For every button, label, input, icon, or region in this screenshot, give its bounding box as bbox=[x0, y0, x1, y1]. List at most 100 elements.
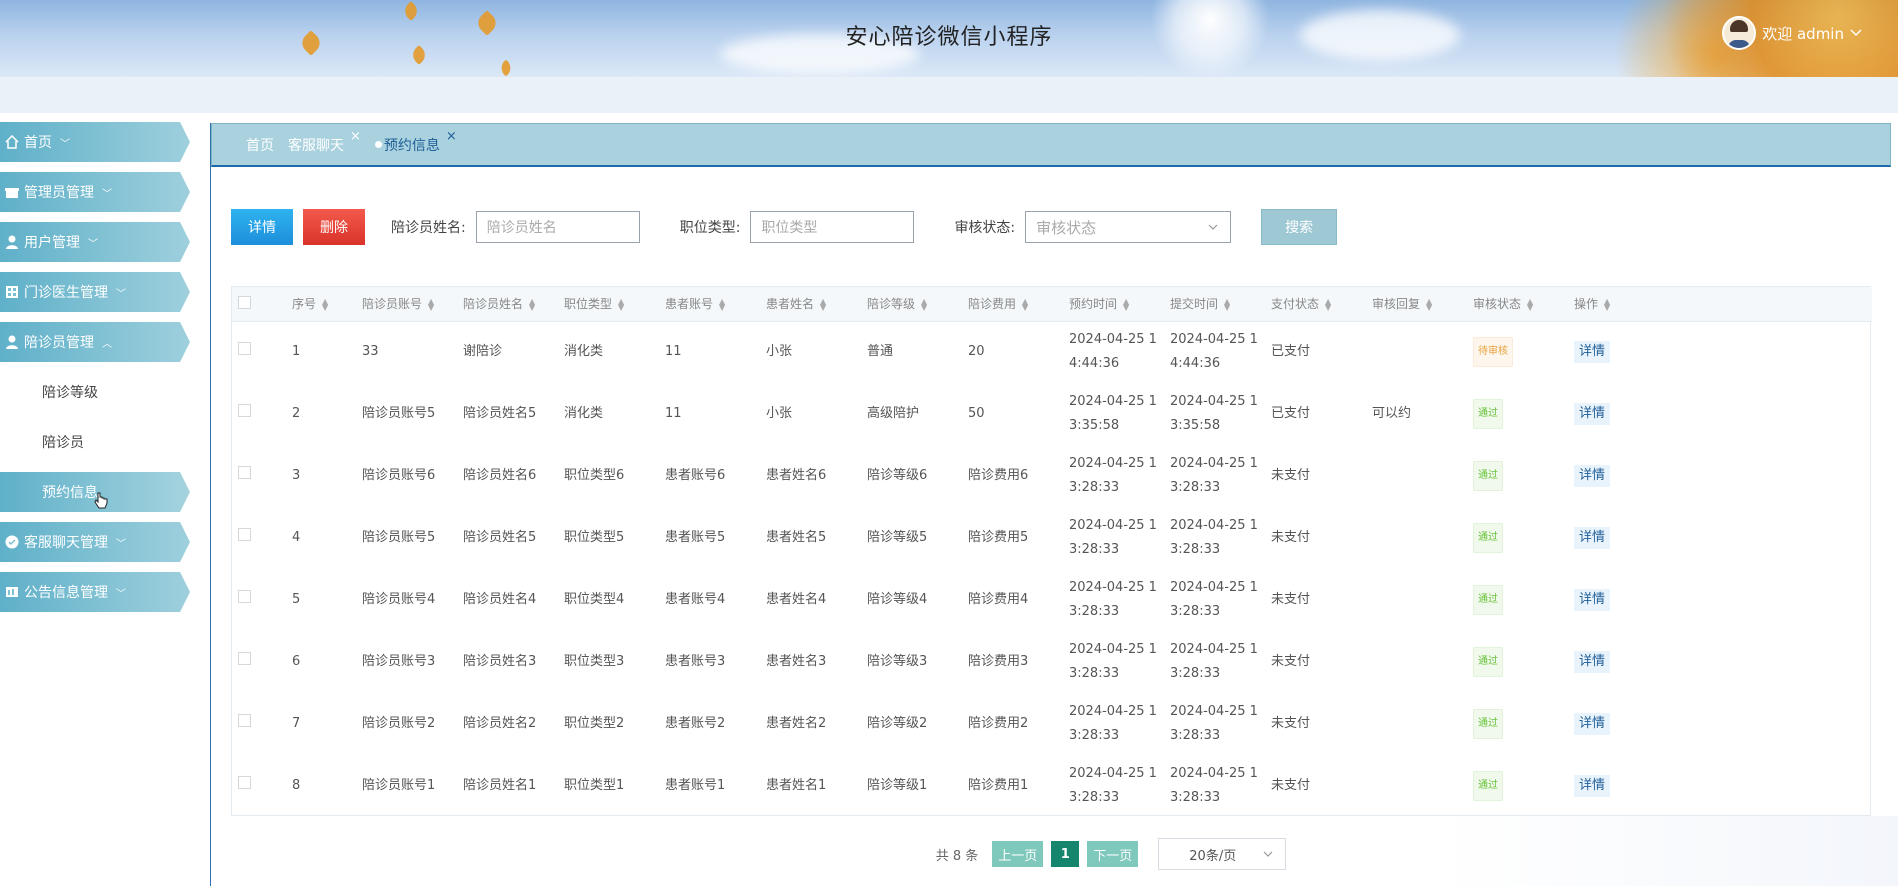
chevron-down-icon: ﹀ bbox=[102, 188, 112, 200]
tab-chat[interactable]: 客服聊天 × bbox=[288, 129, 361, 155]
status-filter-select[interactable]: 审核状态 bbox=[1025, 211, 1232, 243]
sidebar-item-chat[interactable]: 客服聊天管理 ﹀ bbox=[0, 522, 190, 562]
table-row[interactable]: 2 陪诊员账号5 陪诊员姓名5 消化类 11 小张 高级陪护 50 2024-04-25 1 3:… bbox=[232, 383, 1872, 445]
row-checkbox[interactable] bbox=[238, 342, 251, 356]
column-header[interactable]: 提交时间 ▲ ▼ bbox=[1170, 287, 1271, 321]
column-header[interactable]: 审核状态 ▲ ▼ bbox=[1473, 287, 1574, 321]
row-detail-button[interactable]: 详情 bbox=[1574, 403, 1611, 425]
type-filter-label: 职位类型: bbox=[679, 220, 741, 236]
search-button[interactable]: 搜索 bbox=[1261, 209, 1338, 245]
cell-patient_account: 患者账号5 bbox=[665, 530, 726, 545]
column-header[interactable]: 陪诊费用 ▲ ▼ bbox=[968, 287, 1069, 321]
select-all-checkbox[interactable] bbox=[238, 295, 251, 309]
tab-home[interactable]: 首页 bbox=[246, 135, 274, 155]
status-badge: 待审核 bbox=[1473, 337, 1513, 368]
cell-op: 详情 bbox=[1574, 507, 1872, 569]
main-panel: 首页 客服聊天 × 预约信息 × 详情 删除 陪诊员姓名: 陪诊员姓名 职位类型: … bbox=[210, 123, 1891, 886]
row-checkbox[interactable] bbox=[238, 652, 251, 665]
table-row[interactable]: 6 陪诊员账号3 陪诊员姓名3 职位类型3 患者账号3 患者姓名3 陪诊等级3 陪诊费用3 20… bbox=[232, 631, 1872, 693]
cell-account: 陪诊员账号5 bbox=[362, 406, 436, 421]
row-detail-button[interactable]: 详情 bbox=[1574, 341, 1611, 364]
sidebar-item-doctors[interactable]: 门诊医生管理 ﹀ bbox=[0, 272, 190, 312]
column-header[interactable]: 职位类型 ▲ ▼ bbox=[564, 287, 665, 321]
sidebar-subitem-levels[interactable]: 陪诊等级 bbox=[0, 372, 192, 412]
sidebar-item-notices[interactable]: 公告信息管理 ﹀ bbox=[0, 572, 190, 612]
table-row[interactable]: 4 陪诊员账号5 陪诊员姓名5 职位类型5 患者账号5 患者姓名5 陪诊等级5 陪诊费用5 20… bbox=[232, 507, 1872, 569]
row-checkbox[interactable] bbox=[238, 528, 251, 541]
row-detail-button[interactable]: 详情 bbox=[1574, 775, 1611, 797]
cell-pay: 未支付 bbox=[1271, 530, 1311, 545]
user-menu[interactable]: 欢迎 admin bbox=[1722, 16, 1862, 50]
prev-page-button[interactable]: 上一页 bbox=[992, 841, 1044, 867]
close-icon[interactable]: × bbox=[446, 129, 457, 144]
page-size-select[interactable]: 20条/页 bbox=[1158, 838, 1287, 870]
cell-name: 陪诊员姓名5 bbox=[463, 406, 537, 421]
active-dot bbox=[374, 140, 382, 148]
table-row[interactable]: 7 陪诊员账号2 陪诊员姓名2 职位类型2 患者账号2 患者姓名2 陪诊等级2 陪诊费用2 20… bbox=[232, 693, 1872, 755]
sidebar-item-admin[interactable]: 管理员管理 ﹀ bbox=[0, 172, 190, 212]
row-checkbox[interactable] bbox=[238, 404, 251, 417]
row-detail-button[interactable]: 详情 bbox=[1574, 465, 1611, 487]
cell-level: 普通 bbox=[867, 344, 894, 360]
cell-book-time: 2024-04-25 1 3:28:33 bbox=[1069, 766, 1157, 805]
check-circle-icon bbox=[4, 534, 20, 550]
row-checkbox-cell bbox=[232, 693, 292, 755]
cell-patient_name: 患者姓名6 bbox=[766, 468, 827, 483]
column-header[interactable]: 患者姓名 ▲ ▼ bbox=[766, 287, 867, 321]
column-header[interactable]: 患者账号 ▲ ▼ bbox=[665, 287, 766, 321]
next-page-button[interactable]: 下一页 bbox=[1087, 841, 1139, 867]
cell-type: 职位类型1 bbox=[564, 778, 625, 793]
cell-level: 高级陪护 bbox=[867, 406, 920, 421]
cell-name: 陪诊员姓名3 bbox=[463, 654, 537, 669]
welcome-text: 欢迎 admin bbox=[1762, 24, 1844, 43]
type-filter-input[interactable]: 职位类型 bbox=[750, 211, 915, 243]
column-header[interactable]: 操作 ▲ ▼ bbox=[1574, 287, 1872, 321]
column-header[interactable]: 陪诊等级 ▲ ▼ bbox=[867, 287, 968, 321]
cell-submit-time: 2024-04-25 1 3:28:33 bbox=[1170, 766, 1258, 805]
column-header[interactable]: 支付状态 ▲ ▼ bbox=[1271, 287, 1372, 321]
cell-no: 5 bbox=[292, 592, 301, 607]
close-icon[interactable]: × bbox=[350, 129, 361, 144]
column-header[interactable]: 预约时间 ▲ ▼ bbox=[1069, 287, 1170, 321]
table-row[interactable]: 3 陪诊员账号6 陪诊员姓名6 职位类型6 患者账号6 患者姓名6 陪诊等级6 陪诊费用6 20… bbox=[232, 445, 1872, 507]
table-row[interactable]: 5 陪诊员账号4 陪诊员姓名4 职位类型4 患者账号4 患者姓名4 陪诊等级4 陪诊费用4 20… bbox=[232, 569, 1872, 631]
name-filter-input[interactable]: 陪诊员姓名 bbox=[475, 211, 640, 243]
toolbar: 详情 删除 陪诊员姓名: 陪诊员姓名 职位类型: 职位类型 审核状态: 审核状态… bbox=[231, 209, 1338, 245]
tab-appointments[interactable]: 预约信息 × bbox=[374, 129, 457, 155]
cell-name: 陪诊员姓名5 bbox=[463, 530, 537, 545]
column-header[interactable]: 陪诊员姓名 ▲ ▼ bbox=[463, 287, 564, 321]
cell-reply bbox=[1372, 755, 1473, 817]
cell-submit-time: 2024-04-25 1 4:44:36 bbox=[1170, 332, 1258, 372]
row-checkbox-cell bbox=[232, 321, 292, 383]
column-header[interactable]: 陪诊员账号 ▲ ▼ bbox=[362, 287, 463, 321]
cell-patient_account: 患者账号2 bbox=[665, 716, 726, 731]
hand-cursor-icon bbox=[94, 492, 108, 509]
row-checkbox[interactable] bbox=[238, 590, 251, 603]
row-checkbox-cell bbox=[232, 445, 292, 507]
row-checkbox[interactable] bbox=[238, 776, 251, 789]
cell-type: 消化类 bbox=[564, 344, 604, 360]
row-checkbox[interactable] bbox=[238, 714, 251, 727]
row-detail-button[interactable]: 详情 bbox=[1574, 589, 1611, 611]
cell-status: 通过 bbox=[1473, 631, 1574, 693]
cell-patient_name: 患者姓名1 bbox=[766, 778, 827, 793]
sidebar-item-users[interactable]: 用户管理 ﹀ bbox=[0, 222, 190, 262]
sidebar-item-home[interactable]: 首页 ﹀ bbox=[0, 122, 190, 162]
column-header[interactable]: 序号 ▲ ▼ bbox=[292, 287, 362, 321]
cell-no: 1 bbox=[292, 344, 301, 360]
row-detail-button[interactable]: 详情 bbox=[1574, 713, 1611, 735]
table-row[interactable]: 8 陪诊员账号1 陪诊员姓名1 职位类型1 患者账号1 患者姓名1 陪诊等级1 陪诊费用1 20… bbox=[232, 755, 1872, 817]
sidebar-subitem-escort[interactable]: 陪诊员 bbox=[0, 422, 192, 462]
page-number[interactable]: 1 bbox=[1051, 841, 1080, 867]
delete-button[interactable]: 删除 bbox=[303, 209, 365, 245]
sidebar-item-escorts[interactable]: 陪诊员管理 ︿ bbox=[0, 322, 190, 362]
row-checkbox[interactable] bbox=[238, 466, 251, 479]
table-row[interactable]: 1 33 谢陪诊 消化类 11 小张 普通 20 2024-04-25 1 4:44:36 2024… bbox=[232, 321, 1872, 383]
row-detail-button[interactable]: 详情 bbox=[1574, 527, 1611, 549]
column-header[interactable]: 审核回复 ▲ ▼ bbox=[1372, 287, 1473, 321]
cell-reply bbox=[1372, 569, 1473, 631]
cell-status: 通过 bbox=[1473, 569, 1574, 631]
detail-button[interactable]: 详情 bbox=[231, 209, 293, 245]
row-detail-button[interactable]: 详情 bbox=[1574, 651, 1611, 673]
cell-reply bbox=[1372, 445, 1473, 507]
